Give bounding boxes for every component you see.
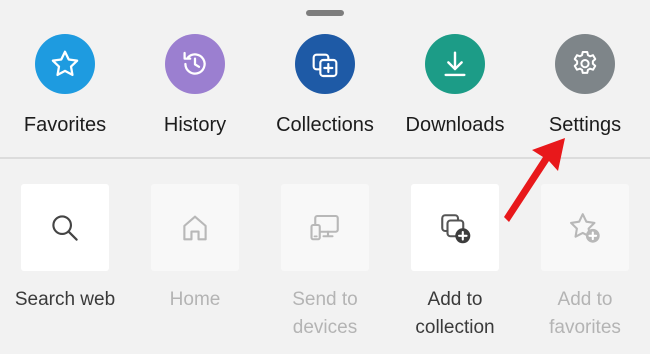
section-divider [0,157,650,159]
send-to-devices-tile [281,184,369,271]
collections-label: Collections [276,114,374,136]
add-to-favorites-label: Add to favorites [549,289,621,338]
home-icon [183,215,207,240]
favorites-circle [35,34,95,94]
add-to-collection-button[interactable]: Add to collection [390,184,520,344]
downloads-circle [425,34,485,94]
collections-circle [295,34,355,94]
home-button[interactable]: Home [130,184,260,344]
history-label: History [163,114,227,136]
search-web-button[interactable]: Search web [0,184,130,344]
add-to-collection-icon [441,213,471,243]
browser-menu-sheet: Favorites History Collections Downloads … [0,0,650,354]
gear-icon [573,51,597,74]
add-to-collection-label: Add to collection [415,289,495,338]
history-icon [183,51,206,75]
collections-button[interactable]: Collections [260,34,390,144]
send-to-devices-label: Send to devices [292,289,358,338]
send-to-devices-icon [310,214,339,240]
home-label: Home [169,289,221,310]
add-to-favorites-tile [541,184,629,271]
add-to-favorites-icon [570,212,600,243]
settings-label: Settings [548,114,622,136]
search-web-tile [21,184,109,271]
collections-icon [312,53,338,78]
favorites-label: Favorites [23,114,107,136]
history-button[interactable]: History [130,34,260,144]
add-to-collection-tile [411,184,499,271]
settings-button[interactable]: Settings [520,34,650,144]
downloads-button[interactable]: Downloads [390,34,520,144]
send-to-devices-button[interactable]: Send to devices [260,184,390,344]
search-icon [52,214,78,241]
downloads-label: Downloads [405,114,505,136]
favorites-button[interactable]: Favorites [0,34,130,144]
top-menu-row: Favorites History Collections Downloads … [0,0,650,158]
settings-circle [555,34,615,94]
star-icon [51,50,79,77]
home-tile [151,184,239,271]
add-to-favorites-button[interactable]: Add to favorites [520,184,650,344]
history-circle [165,34,225,94]
download-icon [444,51,466,77]
search-web-label: Search web [14,289,116,310]
